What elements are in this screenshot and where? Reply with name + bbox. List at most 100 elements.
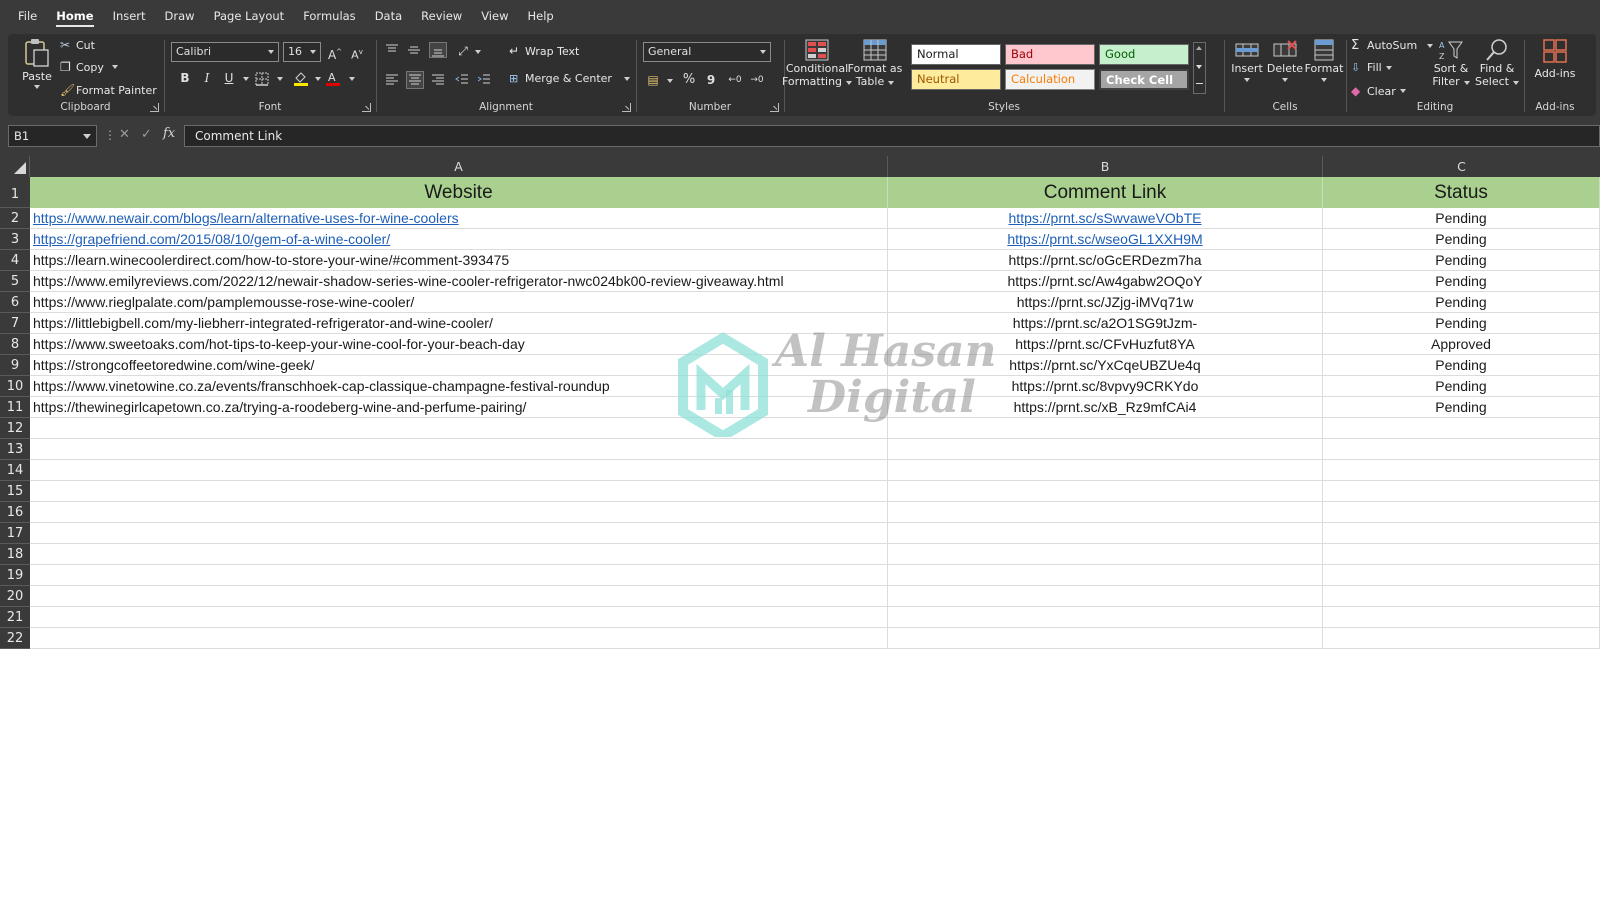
- chevron-up-icon[interactable]: [1196, 46, 1202, 50]
- addins-button[interactable]: Add-ins: [1531, 38, 1579, 80]
- comment-link-cell[interactable]: https://prnt.sc/a2O1SG9tJzm-: [888, 313, 1323, 334]
- website-cell[interactable]: https://thewinegirlcapetown.co.za/trying…: [30, 397, 888, 418]
- increase-font-size-icon[interactable]: A^: [327, 44, 343, 62]
- decrease-decimal-icon[interactable]: →0: [749, 72, 765, 88]
- row-header[interactable]: 16: [0, 502, 30, 523]
- empty-cell[interactable]: [1323, 502, 1600, 523]
- status-cell[interactable]: Pending: [1323, 355, 1600, 376]
- font-family-select[interactable]: Calibri: [171, 42, 279, 62]
- cancel-icon[interactable]: ✕: [119, 127, 130, 142]
- format-painter-button[interactable]: 🖌 Format Painter: [60, 83, 157, 97]
- chevron-down-icon[interactable]: [1196, 65, 1202, 69]
- empty-cell[interactable]: [30, 481, 888, 502]
- chevron-down-icon[interactable]: [277, 77, 283, 81]
- insert-function-icon[interactable]: fx: [163, 126, 175, 141]
- website-cell[interactable]: https://learn.winecoolerdirect.com/how-t…: [30, 250, 888, 271]
- empty-cell[interactable]: [888, 523, 1323, 544]
- row-header[interactable]: 13: [0, 439, 30, 460]
- comment-link-cell[interactable]: https://prnt.sc/YxCqeUBZUe4q: [888, 355, 1323, 376]
- empty-cell[interactable]: [1323, 481, 1600, 502]
- comment-link-cell[interactable]: https://prnt.sc/oGcERDezm7ha: [888, 250, 1323, 271]
- row-header[interactable]: 10: [0, 376, 30, 397]
- select-all-button[interactable]: [0, 156, 30, 177]
- empty-cell[interactable]: [1323, 439, 1600, 460]
- comment-link-cell[interactable]: https://prnt.sc/8vpvy9CRKYdo: [888, 376, 1323, 397]
- row-header[interactable]: 14: [0, 460, 30, 481]
- status-cell[interactable]: Pending: [1323, 208, 1600, 229]
- chevron-down-icon[interactable]: [315, 77, 321, 81]
- orientation-icon[interactable]: ⤢: [455, 43, 471, 59]
- comment-link-cell[interactable]: https://prnt.sc/JZjg-iMVq71w: [888, 292, 1323, 313]
- status-cell[interactable]: Pending: [1323, 397, 1600, 418]
- underline-button[interactable]: U: [221, 70, 237, 86]
- row-header[interactable]: 19: [0, 565, 30, 586]
- empty-cell[interactable]: [888, 439, 1323, 460]
- status-cell[interactable]: Pending: [1323, 376, 1600, 397]
- empty-cell[interactable]: [888, 418, 1323, 439]
- percent-style-button[interactable]: %: [681, 72, 697, 88]
- empty-cell[interactable]: [888, 565, 1323, 586]
- find-select-button[interactable]: Find & Select: [1475, 38, 1519, 88]
- row-header[interactable]: 9: [0, 355, 30, 376]
- tab-insert[interactable]: Insert: [113, 0, 146, 32]
- align-top-icon[interactable]: [385, 44, 399, 56]
- status-cell[interactable]: Pending: [1323, 292, 1600, 313]
- website-cell[interactable]: https://www.vinetowine.co.za/events/fran…: [30, 376, 888, 397]
- website-cell[interactable]: https://www.emilyreviews.com/2022/12/new…: [30, 271, 888, 292]
- autosum-button[interactable]: Σ AutoSum: [1351, 38, 1434, 53]
- align-center-icon[interactable]: [406, 71, 424, 89]
- empty-cell[interactable]: [1323, 544, 1600, 565]
- chevron-down-icon[interactable]: [475, 50, 481, 54]
- decrease-indent-icon[interactable]: [455, 74, 469, 86]
- increase-decimal-icon[interactable]: ←0: [727, 72, 743, 88]
- row-header[interactable]: 4: [0, 250, 30, 271]
- tab-help[interactable]: Help: [527, 0, 553, 32]
- tab-page-layout[interactable]: Page Layout: [214, 0, 285, 32]
- fill-color-icon[interactable]: [293, 70, 309, 86]
- style-bad[interactable]: Bad: [1005, 44, 1095, 65]
- style-good[interactable]: Good: [1099, 44, 1189, 65]
- website-cell[interactable]: https://www.newair.com/blogs/learn/alter…: [30, 208, 888, 229]
- comment-link-cell[interactable]: https://prnt.sc/wseoGL1XXH9M: [888, 229, 1323, 250]
- website-cell[interactable]: https://strongcoffeetoredwine.com/wine-g…: [30, 355, 888, 376]
- empty-cell[interactable]: [1323, 628, 1600, 649]
- status-cell[interactable]: Approved: [1323, 334, 1600, 355]
- empty-cell[interactable]: [1323, 586, 1600, 607]
- empty-cell[interactable]: [30, 628, 888, 649]
- row-header[interactable]: 7: [0, 313, 30, 334]
- row-header[interactable]: 17: [0, 523, 30, 544]
- tab-review[interactable]: Review: [421, 0, 462, 32]
- empty-cell[interactable]: [888, 481, 1323, 502]
- align-right-icon[interactable]: [431, 74, 445, 86]
- dialog-launcher-icon[interactable]: [622, 103, 631, 112]
- empty-cell[interactable]: [888, 502, 1323, 523]
- tab-home[interactable]: Home: [56, 0, 94, 32]
- align-middle-icon[interactable]: [407, 44, 421, 56]
- status-cell[interactable]: Pending: [1323, 250, 1600, 271]
- column-header-a[interactable]: A: [30, 156, 888, 177]
- chevron-down-icon[interactable]: [243, 77, 249, 81]
- row-header[interactable]: 1: [0, 177, 30, 208]
- style-calculation[interactable]: Calculation: [1005, 69, 1095, 90]
- tab-draw[interactable]: Draw: [165, 0, 195, 32]
- empty-cell[interactable]: [1323, 460, 1600, 481]
- row-header[interactable]: 6: [0, 292, 30, 313]
- format-cells-button[interactable]: Format: [1305, 38, 1343, 82]
- empty-cell[interactable]: [30, 586, 888, 607]
- enter-icon[interactable]: ✓: [141, 127, 152, 142]
- font-size-select[interactable]: 16: [283, 42, 321, 62]
- column-header-b[interactable]: B: [888, 156, 1323, 177]
- header-cell[interactable]: Website: [30, 177, 888, 208]
- website-cell[interactable]: https://littlebigbell.com/my-liebherr-in…: [30, 313, 888, 334]
- header-cell[interactable]: Status: [1323, 177, 1600, 208]
- merge-center-button[interactable]: ⊞ Merge & Center: [509, 72, 630, 85]
- status-cell[interactable]: Pending: [1323, 313, 1600, 334]
- column-header-c[interactable]: C: [1323, 156, 1600, 177]
- website-cell[interactable]: https://www.rieglpalate.com/pamplemousse…: [30, 292, 888, 313]
- wrap-text-button[interactable]: ↵ Wrap Text: [509, 44, 579, 58]
- row-header[interactable]: 11: [0, 397, 30, 418]
- empty-cell[interactable]: [888, 544, 1323, 565]
- empty-cell[interactable]: [1323, 418, 1600, 439]
- delete-cells-button[interactable]: Delete: [1267, 38, 1303, 82]
- empty-cell[interactable]: [30, 565, 888, 586]
